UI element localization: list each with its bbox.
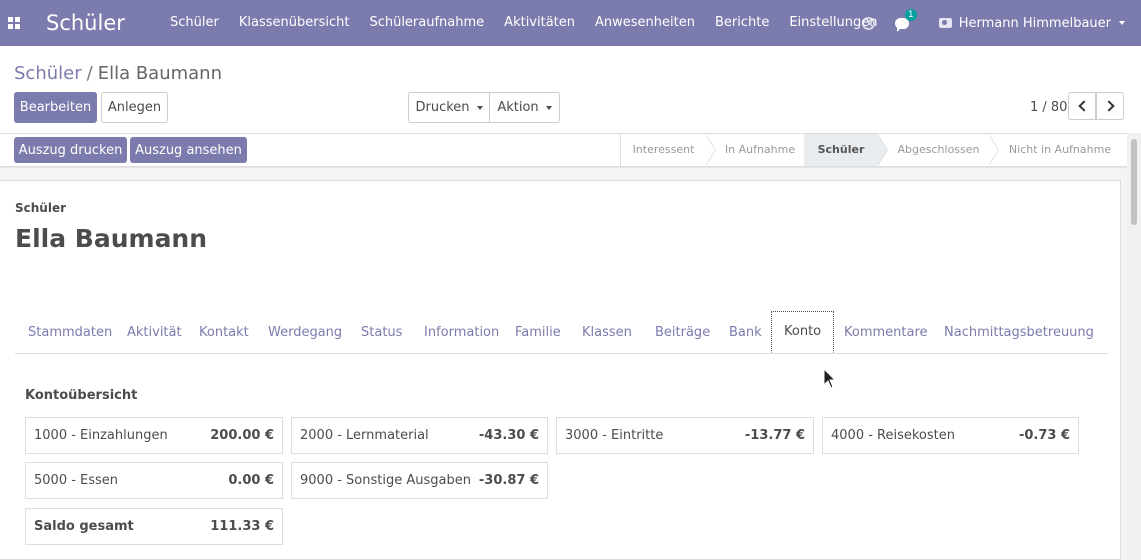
account-card: 1000 - Einzahlungen 200.00 € [25, 417, 283, 454]
tab-kontakt[interactable]: Kontakt [199, 312, 249, 354]
tab-bank[interactable]: Bank [729, 312, 762, 354]
account-amount: 0.00 € [228, 473, 274, 488]
tab-nachmittagsbetreuung[interactable]: Nachmittagsbetreuung [944, 312, 1094, 354]
menu-item-anwesenheiten[interactable]: Anwesenheiten [585, 0, 705, 46]
chevron-left-icon [1077, 100, 1090, 112]
print-dropdown-button[interactable]: Drucken [408, 92, 490, 123]
account-label: 1000 - Einzahlungen [34, 428, 168, 443]
tab-klassen[interactable]: Klassen [582, 312, 632, 354]
scrollbar-thumb[interactable] [1131, 139, 1137, 225]
account-card: 2000 - Lernmaterial -43.30 € [291, 417, 548, 454]
breadcrumb-separator: / [86, 63, 93, 84]
chevron-down-icon [1119, 21, 1125, 25]
menu-item-schueler[interactable]: Schüler [160, 0, 229, 46]
chevron-down-icon [545, 105, 552, 110]
scrollbar[interactable] [1127, 133, 1141, 560]
user-avatar-icon [938, 18, 952, 28]
account-total-label: Saldo gesamt [34, 519, 134, 534]
account-overview-title: Kontoübersicht [25, 388, 138, 403]
create-button[interactable]: Anlegen [101, 92, 168, 123]
stage-schueler[interactable]: Schüler [804, 134, 878, 166]
main-menu: Schüler Klassenübersicht Schüleraufnahme… [160, 0, 887, 46]
app-brand: Schüler [46, 11, 125, 35]
tab-beitraege[interactable]: Beiträge [655, 312, 710, 354]
account-amount: 200.00 € [210, 428, 274, 443]
account-amount: -13.77 € [744, 428, 805, 443]
activity-clock-icon[interactable] [861, 16, 875, 30]
action-dropdown-label: Aktion [497, 100, 539, 115]
menu-item-schueleraufnahme[interactable]: Schüleraufnahme [359, 0, 494, 46]
messaging-menu[interactable]: 1 [894, 8, 917, 32]
tab-familie[interactable]: Familie [515, 312, 561, 354]
tab-aktivitaet[interactable]: Aktivität [127, 312, 182, 354]
mouse-cursor-icon [823, 368, 837, 389]
print-dropdown-label: Drucken [415, 100, 470, 115]
account-label: 9000 - Sonstige Ausgaben [300, 473, 471, 488]
account-label: 2000 - Lernmaterial [300, 428, 429, 443]
chat-badge: 1 [904, 8, 917, 21]
pager-value[interactable]: 1 / 80 [1030, 100, 1067, 115]
tab-kommentare[interactable]: Kommentare [844, 312, 928, 354]
top-navbar: Schüler Schüler Klassenübersicht Schüler… [0, 0, 1141, 46]
navbar-right: 1 Hermann Himmelbauer [861, 0, 1141, 46]
record-name-title: Ella Baumann [15, 224, 208, 253]
chevron-down-icon [476, 105, 483, 110]
chevron-right-icon [1102, 100, 1115, 112]
menu-item-aktivitaeten[interactable]: Aktivitäten [494, 0, 585, 46]
account-amount: -0.73 € [1018, 428, 1070, 443]
edit-button[interactable]: Bearbeiten [14, 92, 97, 123]
notebook-tabs: Stammdaten Aktivität Kontakt Werdegang S… [15, 311, 1108, 354]
account-label: 3000 - Eintritte [565, 428, 664, 443]
apps-menu-icon[interactable] [0, 0, 28, 46]
account-card: 5000 - Essen 0.00 € [25, 462, 283, 499]
breadcrumb-current: Ella Baumann [97, 63, 222, 84]
pager-previous-button[interactable] [1068, 92, 1096, 120]
breadcrumb-parent-link[interactable]: Schüler [14, 63, 82, 84]
tab-werdegang[interactable]: Werdegang [268, 312, 342, 354]
print-statement-button[interactable]: Auszug drucken [14, 137, 127, 163]
tab-information[interactable]: Information [424, 312, 499, 354]
account-total-card: Saldo gesamt 111.33 € [25, 508, 283, 545]
tab-konto[interactable]: Konto [771, 311, 835, 353]
stage-interessent[interactable]: Interessent [621, 134, 706, 166]
pager-next-button[interactable] [1096, 92, 1124, 120]
menu-item-berichte[interactable]: Berichte [705, 0, 779, 46]
stage-abgeschlossen[interactable]: Abgeschlossen [888, 134, 989, 166]
stage-in-aufnahme[interactable]: In Aufnahme [716, 134, 804, 166]
breadcrumb: Schüler / Ella Baumann [14, 63, 222, 84]
account-card: 9000 - Sonstige Ausgaben -30.87 € [291, 462, 548, 499]
status-bar: Auszug drucken Auszug ansehen Interessen… [0, 133, 1127, 167]
tab-stammdaten[interactable]: Stammdaten [28, 312, 112, 354]
user-menu[interactable]: Hermann Himmelbauer [938, 15, 1125, 31]
account-label: 5000 - Essen [34, 473, 119, 488]
menu-item-klassenuebersicht[interactable]: Klassenübersicht [229, 0, 360, 46]
tab-status[interactable]: Status [361, 312, 402, 354]
account-amount: -30.87 € [478, 473, 539, 488]
user-name: Hermann Himmelbauer [958, 15, 1111, 31]
action-dropdown-button[interactable]: Aktion [489, 92, 560, 123]
account-amount: -43.30 € [478, 428, 539, 443]
account-card: 4000 - Reisekosten -0.73 € [822, 417, 1079, 454]
account-label: 4000 - Reisekosten [831, 428, 955, 443]
view-statement-button[interactable]: Auszug ansehen [130, 137, 247, 163]
account-total-amount: 111.33 € [210, 519, 274, 534]
account-card: 3000 - Eintritte -13.77 € [556, 417, 814, 454]
record-type-label: Schüler [15, 201, 67, 215]
stage-nicht-in-aufnahme[interactable]: Nicht in Aufnahme [999, 134, 1121, 166]
